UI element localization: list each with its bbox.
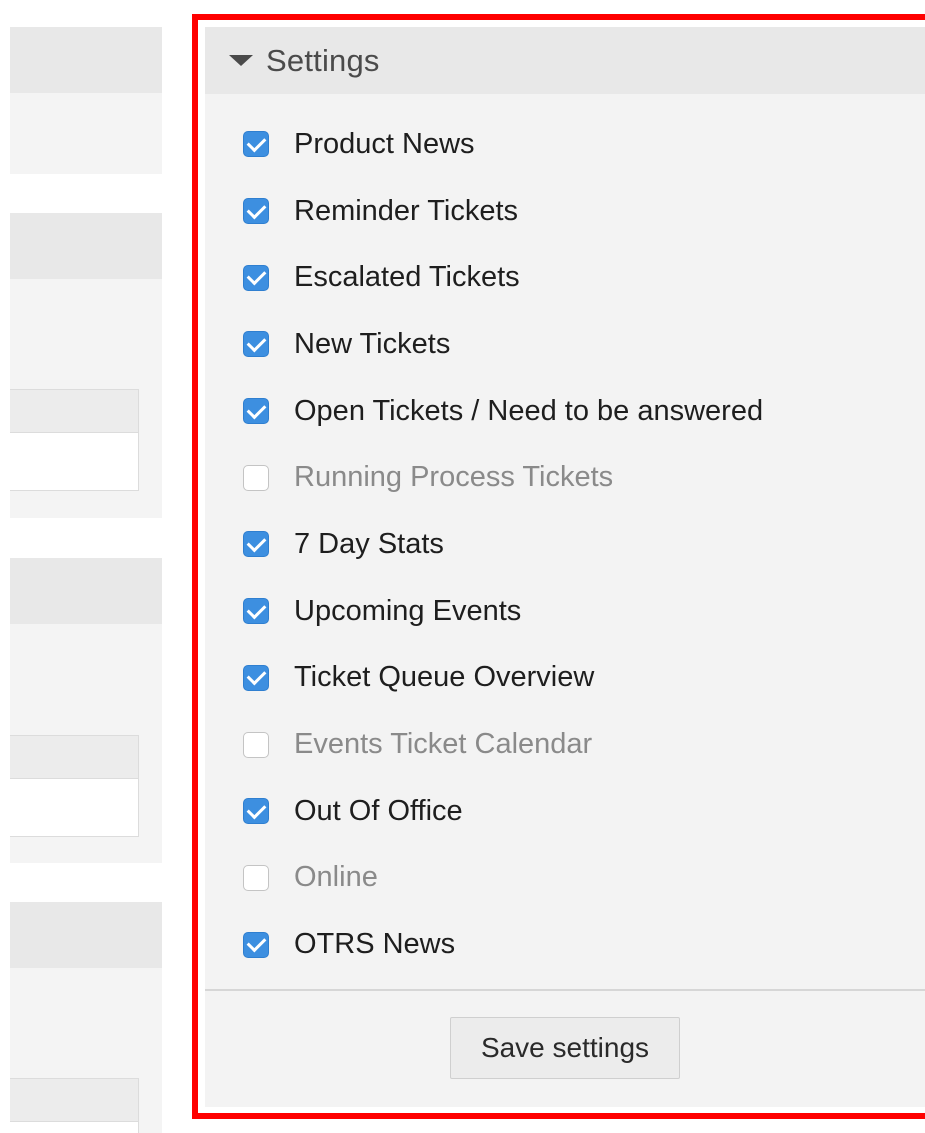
background-widget: [10, 558, 162, 863]
background-widget-table-header: [10, 736, 138, 779]
screen: Settings Product News Reminder Tickets Esc…: [0, 0, 925, 1133]
background-widget: [10, 213, 162, 518]
background-widget: [10, 27, 162, 174]
background-widget: [10, 902, 162, 1133]
background-widget-header: [10, 558, 162, 624]
background-widget-header: [10, 902, 162, 968]
highlight-frame: [192, 14, 925, 1119]
background-widget-table-header: [10, 1079, 138, 1122]
background-widget-header: [10, 27, 162, 93]
background-widget-header: [10, 213, 162, 279]
background-widget-table: [10, 389, 139, 491]
background-widget-column: [10, 0, 162, 1133]
background-widget-table: [10, 735, 139, 837]
background-widget-table: [10, 1078, 139, 1133]
background-widget-table-header: [10, 390, 138, 433]
